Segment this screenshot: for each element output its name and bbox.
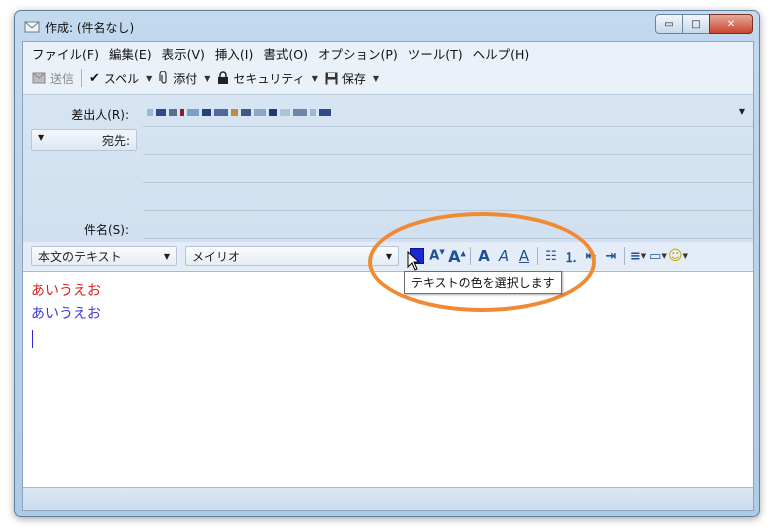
- send-button[interactable]: 送信: [29, 67, 77, 89]
- align-button[interactable]: ≡ ▼: [628, 245, 648, 267]
- menu-tools[interactable]: ツール(T): [403, 44, 468, 63]
- from-underline: [143, 126, 753, 127]
- mouse-cursor-icon: [407, 251, 421, 271]
- tooltip-text: テキストの色を選択します: [411, 276, 555, 290]
- body-line-2-text: あいうえお: [31, 306, 101, 322]
- paragraph-style-select[interactable]: 本文のテキスト ▼: [31, 246, 177, 266]
- toolbar-separator: [81, 69, 83, 87]
- attach-dropdown-arrow[interactable]: ▼: [200, 74, 214, 83]
- checkmark-icon: ✔: [89, 70, 100, 86]
- indent-icon: ⇥: [605, 248, 617, 264]
- send-icon: [32, 72, 46, 84]
- subject-label: 件名(S):: [83, 223, 129, 237]
- insert-button[interactable]: ▭ ▼: [648, 245, 668, 267]
- recipient-line-3[interactable]: [143, 210, 753, 211]
- text-caret: [32, 330, 33, 348]
- message-body-editor[interactable]: あいうえお あいうえお: [23, 271, 753, 487]
- body-line-2: あいうえお: [31, 303, 101, 323]
- spell-label: スペル: [103, 71, 140, 86]
- chevron-down-icon: ▼: [163, 251, 170, 261]
- smiley-button[interactable]: ☺ ▼: [668, 245, 688, 267]
- attach-label: 添付: [173, 71, 198, 86]
- minimize-icon: ▭: [664, 18, 674, 30]
- align-icon: ≡: [629, 248, 641, 264]
- maximize-button[interactable]: □: [682, 14, 710, 34]
- paragraph-style-value: 本文のテキスト: [38, 249, 122, 264]
- paperclip-icon: [159, 71, 167, 84]
- security-button[interactable]: セキュリティ: [214, 67, 307, 89]
- menu-help[interactable]: ヘルプ(H): [468, 44, 535, 63]
- indent-button[interactable]: ⇥: [601, 245, 621, 267]
- menu-view[interactable]: 表示(V): [157, 44, 210, 63]
- menu-file[interactable]: ファイル(F): [27, 44, 104, 63]
- compose-icon: [24, 21, 40, 33]
- recipient-line-2[interactable]: [143, 182, 753, 183]
- save-dropdown-arrow[interactable]: ▼: [369, 74, 383, 83]
- recipient-line-1[interactable]: [143, 154, 753, 155]
- annotation-highlight-ellipse: [368, 212, 596, 312]
- minimize-button[interactable]: ▭: [655, 14, 683, 34]
- body-line-1-text: あいうえお: [31, 283, 101, 299]
- address-type-dropdown[interactable]: ▼ 宛先:: [31, 129, 137, 151]
- save-label: 保存: [341, 71, 366, 86]
- save-button[interactable]: 保存: [322, 67, 369, 89]
- security-label: セキュリティ: [233, 71, 305, 86]
- font-select[interactable]: メイリオ ▼: [185, 246, 399, 266]
- menu-format[interactable]: 書式(O): [258, 44, 313, 63]
- spell-button[interactable]: ✔ スペル: [86, 67, 142, 89]
- title-bar[interactable]: 作成: (件名なし) ▭ □ ✕: [15, 11, 759, 41]
- status-bar: [23, 487, 753, 510]
- main-toolbar: 送信 ✔ スペル ▼ 添付 ▼ セキュリティ ▼ 保存 ▼: [23, 65, 753, 91]
- header-fields: 差出人(R): ▼ ▼ 宛先: 件名(S):: [23, 94, 753, 243]
- menu-options[interactable]: オプション(P): [313, 44, 403, 63]
- attach-button[interactable]: 添付: [156, 67, 200, 89]
- menu-bar: ファイル(F) 編集(E) 表示(V) 挿入(I) 書式(O) オプション(P)…: [23, 42, 753, 64]
- maximize-icon: □: [691, 18, 701, 30]
- menu-edit[interactable]: 編集(E): [104, 44, 157, 63]
- body-line-1: あいうえお: [31, 280, 101, 300]
- window-title: 作成: (件名なし): [45, 21, 135, 35]
- image-icon: ▭: [649, 248, 662, 264]
- security-dropdown-arrow[interactable]: ▼: [308, 74, 322, 83]
- menu-insert[interactable]: 挿入(I): [210, 44, 258, 63]
- font-value: メイリオ: [192, 249, 241, 264]
- from-dropdown-arrow[interactable]: ▼: [739, 107, 745, 116]
- from-label: 差出人(R):: [71, 108, 129, 122]
- format-separator: [624, 247, 625, 265]
- address-type-arrow-icon: ▼: [38, 133, 45, 142]
- from-address-redacted[interactable]: [147, 109, 447, 116]
- lock-icon: [218, 71, 229, 84]
- close-button[interactable]: ✕: [709, 14, 753, 34]
- address-type-label: 宛先:: [101, 134, 130, 148]
- spell-dropdown-arrow[interactable]: ▼: [142, 74, 156, 83]
- send-label: 送信: [50, 71, 75, 86]
- text-color-tooltip: テキストの色を選択します: [404, 271, 562, 294]
- floppy-icon: [325, 72, 338, 84]
- close-icon: ✕: [726, 18, 736, 30]
- smiley-icon: ☺: [668, 248, 683, 264]
